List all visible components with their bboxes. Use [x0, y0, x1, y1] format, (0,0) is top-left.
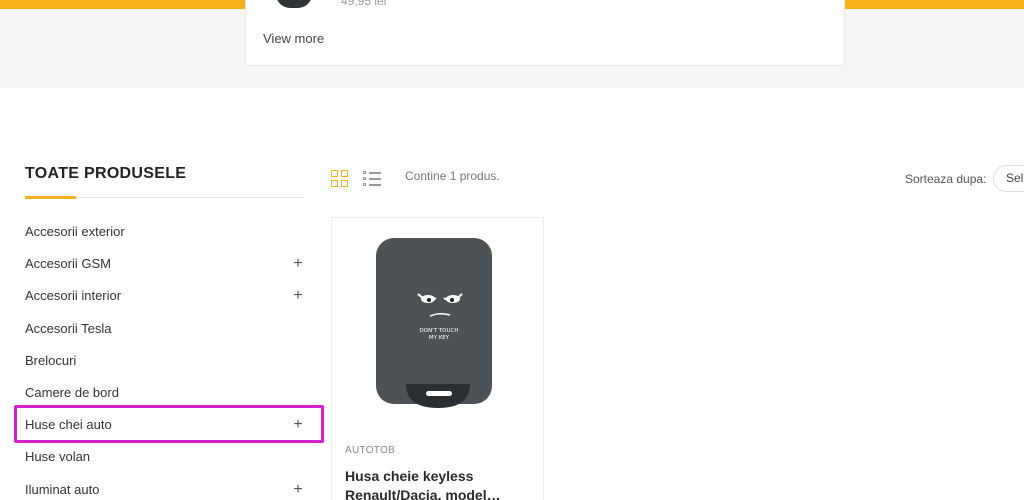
product-card[interactable]: DON'T TOUCH MY KEY AUTOTOB Husa cheie ke…	[331, 217, 544, 500]
sidebar-title-accent	[25, 196, 76, 199]
grid-view-icon[interactable]	[331, 170, 349, 188]
search-results-dropdown: 49,95 lei View more	[245, 0, 845, 66]
category-label[interactable]: Camere de bord	[25, 385, 119, 400]
product-image-text-2: MY KEY	[429, 335, 450, 341]
product-brand[interactable]: AUTOTOB	[345, 445, 395, 456]
category-item-accesorii-tesla[interactable]: Accesorii Tesla	[25, 313, 305, 345]
category-label[interactable]: Iluminat auto	[25, 482, 99, 497]
product-name[interactable]: Husa cheie keyless Renault/Dacia, model…	[345, 467, 535, 500]
result-price: 49,95 lei	[341, 0, 387, 8]
sort-label: Sorteaza dupa:	[905, 172, 987, 186]
category-item-accesorii-exterior[interactable]: Accesorii exterior	[25, 216, 305, 248]
product-image-text-1: DON'T TOUCH	[420, 328, 459, 334]
category-item-accesorii-gsm[interactable]: Accesorii GSM +	[25, 248, 305, 280]
product-image[interactable]: DON'T TOUCH MY KEY	[332, 218, 543, 428]
sort-select[interactable]: Sele	[993, 165, 1024, 192]
category-item-accesorii-interior[interactable]: Accesorii interior +	[25, 280, 305, 312]
category-label[interactable]: Brelocuri	[25, 353, 76, 368]
view-more-link[interactable]: View more	[263, 31, 324, 46]
expand-plus-icon[interactable]: +	[291, 248, 305, 280]
category-item-huse-volan[interactable]: Huse volan	[25, 441, 305, 473]
category-label[interactable]: Accesorii GSM	[25, 256, 111, 271]
category-label[interactable]: Accesorii interior	[25, 288, 121, 303]
sidebar-title: TOATE PRODUSELE	[25, 165, 187, 182]
result-thumbnail[interactable]	[276, 0, 312, 8]
category-label[interactable]: Huse volan	[25, 449, 90, 464]
list-view-icon[interactable]	[363, 170, 381, 188]
category-item-iluminat-auto[interactable]: Iluminat auto +	[25, 474, 305, 500]
category-label[interactable]: Accesorii Tesla	[25, 321, 111, 336]
expand-plus-icon[interactable]: +	[291, 280, 305, 312]
expand-plus-icon[interactable]: +	[291, 474, 305, 500]
category-label[interactable]: Accesorii exterior	[25, 224, 125, 239]
product-count: Contine 1 produs.	[405, 169, 500, 183]
category-list: Accesorii exterior Accesorii GSM + Acces…	[25, 216, 305, 500]
selection-highlight-box	[14, 405, 324, 443]
category-item-brelocuri[interactable]: Brelocuri	[25, 345, 305, 377]
